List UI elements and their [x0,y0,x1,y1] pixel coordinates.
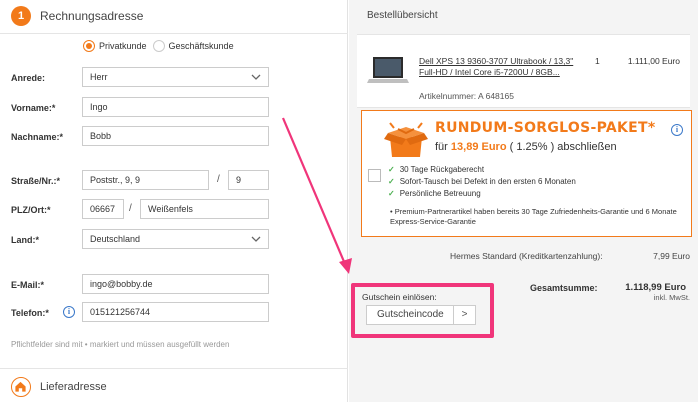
plz-ort-label: PLZ/Ort:* [11,205,51,215]
customer-type-group: Privatkunde Geschäftskunde [83,40,240,52]
delivery-title: Lieferadresse [40,381,107,393]
billing-panel: 1 Rechnungsadresse Privatkunde Geschäfts… [0,0,348,402]
product-name-line1: Dell XPS 13 9360-3707 Ultrabook / 13,3" [419,56,574,66]
chevron-down-icon [251,236,261,242]
land-select[interactable]: Deutschland [82,229,269,249]
land-label: Land:* [11,235,39,245]
strasse-label: Straße/Nr.:* [11,176,61,186]
billing-header: 1 Rechnungsadresse [0,0,348,34]
delivery-header[interactable]: Lieferadresse [0,368,348,402]
shipping-label: Hermes Standard (Kreditkartenzahlung): [450,251,603,261]
anrede-value: Herr [90,72,108,82]
anrede-select[interactable]: Herr [82,67,269,87]
rsp-note: • Premium-Partnerartikel haben bereits 3… [390,207,677,226]
check-icon: ✓ [388,165,395,174]
rsp-subtitle: für 13,89 Euro ( 1.25% ) abschließen [435,141,617,153]
info-icon[interactable]: i [671,124,683,136]
shipping-value: 7,99 Euro [653,251,690,261]
rsp-bullet-text: 30 Tage Rückgaberecht [399,165,485,174]
product-article-number: Artikelnummer: A 648165 [419,91,514,101]
product-row: Dell XPS 13 9360-3707 Ultrabook / 13,3" … [357,34,690,108]
home-icon [11,377,31,397]
billing-title: Rechnungsadresse [40,9,144,23]
telefon-label: Telefon:* [11,308,49,318]
total-tax-note: inkl. MwSt. [653,293,690,302]
email-input[interactable]: ingo@bobby.de [82,274,269,294]
info-icon[interactable]: i [63,306,75,318]
vorname-input[interactable]: Ingo [82,97,269,117]
total-label: Gesamtsumme: [530,283,598,293]
plz-slash: / [129,203,132,214]
radio-business[interactable] [152,40,165,52]
total-value: 1.118,99 Euro [625,282,686,293]
rsp-price: 13,89 Euro [450,141,507,153]
hausnr-input[interactable]: 9 [228,170,269,190]
land-value: Deutschland [90,234,141,244]
voucher-submit-button[interactable]: > [454,305,476,325]
radio-private[interactable] [83,40,95,52]
anrede-label: Anrede: [11,73,46,83]
product-name-line2: Full-HD / Intel Core i5-7200U / 8GB... [419,67,560,77]
rsp-bullet: ✓ Persönliche Betreuung [388,189,481,198]
voucher-label: Gutschein einlösen: [362,292,437,302]
nachname-label: Nachname:* [11,132,64,142]
email-label: E-Mail:* [11,280,45,290]
strasse-slash: / [217,174,220,185]
product-qty: 1 [595,56,600,66]
rsp-sub-suffix: ( 1.25% ) abschließen [506,141,617,153]
telefon-input[interactable]: 015121256744 [82,302,269,322]
check-icon: ✓ [388,177,395,186]
rsp-package-box: RUNDUM-SORGLOS-PAKET* i für 13,89 Euro (… [361,110,692,237]
chevron-down-icon [251,74,261,80]
check-icon: ✓ [388,189,395,198]
product-name-link[interactable]: Dell XPS 13 9360-3707 Ultrabook / 13,3" … [419,56,579,78]
radio-private-label: Privatkunde [99,41,147,51]
vorname-label: Vorname:* [11,103,56,113]
voucher-input[interactable]: Gutscheincode [366,305,454,325]
rsp-bullet: ✓ 30 Tage Rückgaberecht [388,165,484,174]
product-price: 1.111,00 Euro [627,56,680,66]
order-panel: Bestellübersicht Dell XPS 13 9360-3707 U… [349,0,698,402]
rsp-bullet-text: Persönliche Betreuung [399,189,481,198]
rsp-checkbox[interactable] [368,169,381,182]
strasse-input[interactable]: Poststr., 9, 9 [82,170,209,190]
nachname-input[interactable]: Bobb [82,126,269,146]
rsp-bullet-text: Sofort-Tausch bei Defekt in den ersten 6… [399,177,576,186]
radio-business-label: Geschäftskunde [168,41,234,51]
step-number-badge: 1 [11,6,31,26]
ort-input[interactable]: Weißenfels [140,199,269,219]
required-footnote: Pflichtfelder sind mit • markiert und mü… [11,340,230,349]
rsp-bullet: ✓ Sofort-Tausch bei Defekt in den ersten … [388,177,576,186]
gift-box-icon [384,122,428,157]
rsp-title: RUNDUM-SORGLOS-PAKET* [435,120,656,136]
order-title: Bestellübersicht [367,10,438,21]
plz-input[interactable]: 06667 [82,199,124,219]
laptop-image [367,57,409,83]
rsp-sub-prefix: für [435,141,451,153]
